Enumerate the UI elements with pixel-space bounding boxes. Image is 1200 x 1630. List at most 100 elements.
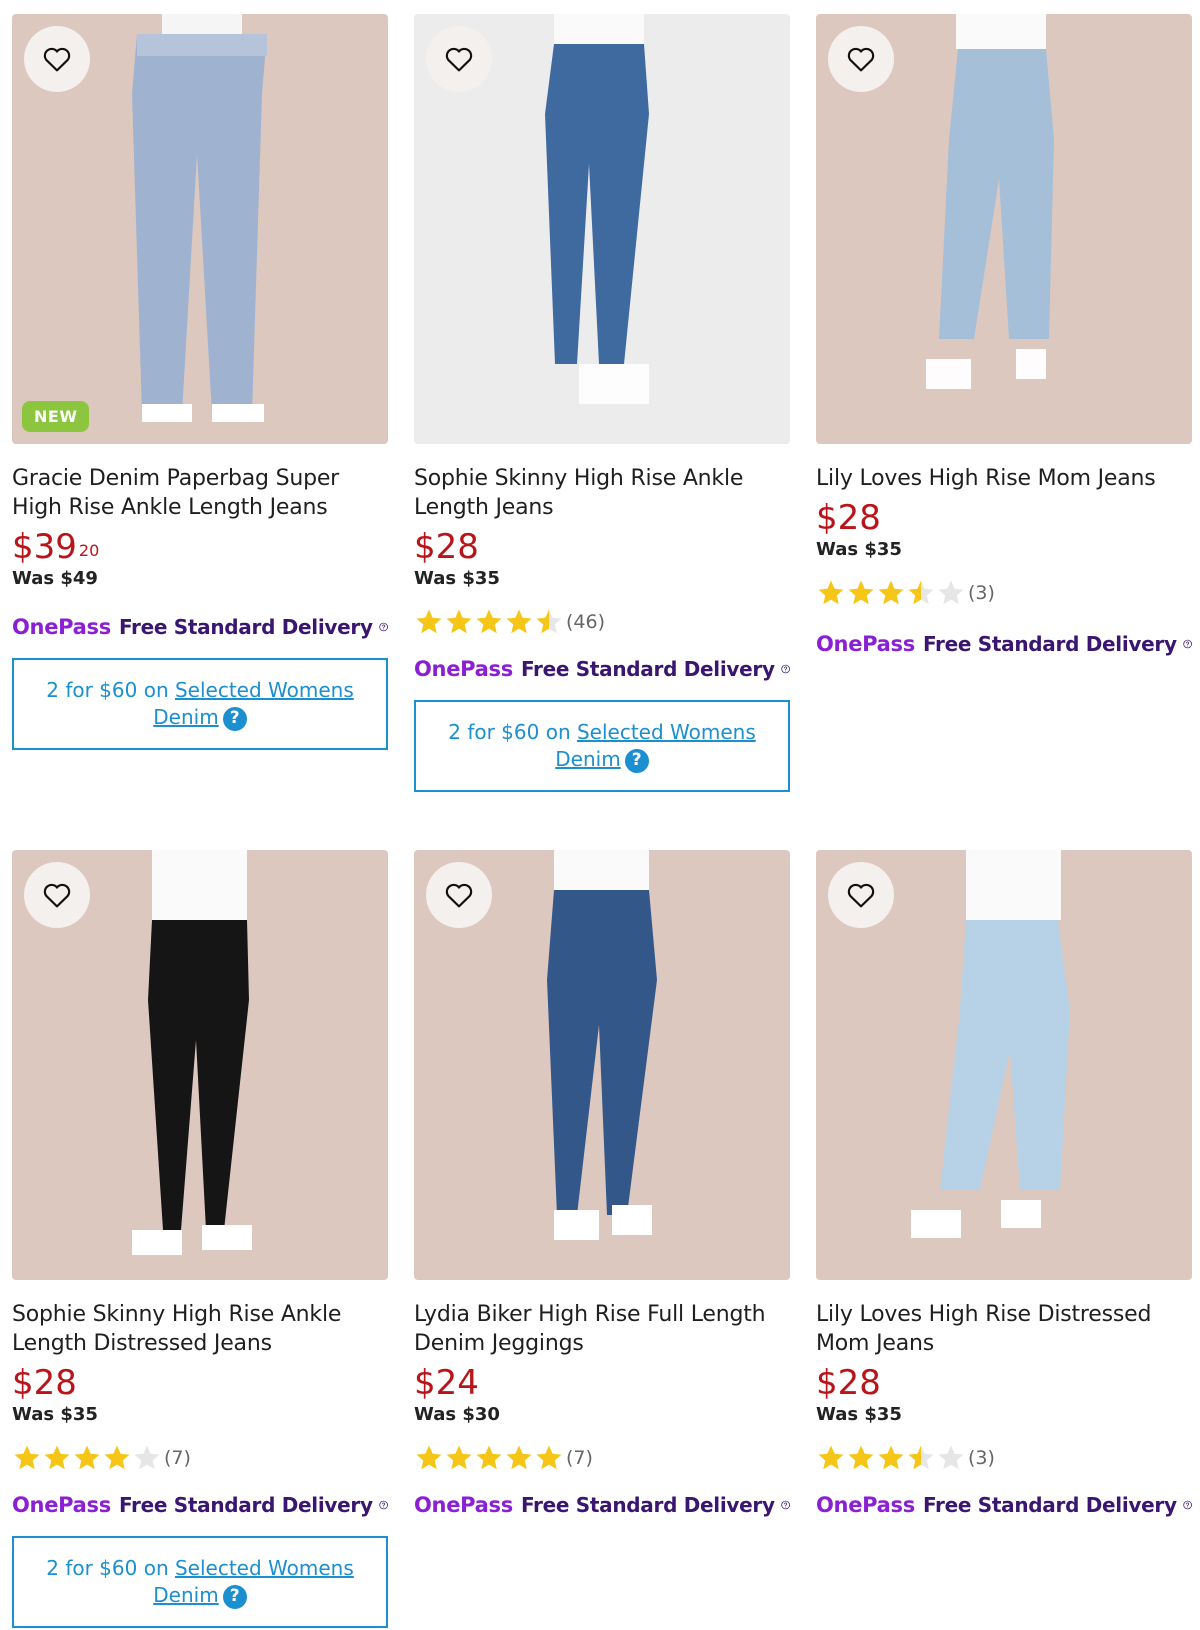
review-count[interactable]: (46) [566, 611, 605, 633]
star-icon [848, 580, 874, 605]
star-icon [908, 1445, 934, 1470]
promo-link-selected-womens[interactable]: Selected Womens [175, 678, 354, 702]
onepass-delivery: OnePass Free Standard Delivery [414, 1490, 790, 1520]
product-image[interactable]: NEW [12, 14, 388, 444]
promo-link-denim[interactable]: Denim [153, 705, 218, 729]
question-circle-icon[interactable] [379, 1495, 388, 1515]
heart-outline-icon [445, 883, 473, 908]
onepass-delivery: OnePass Free Standard Delivery [414, 654, 790, 684]
product-price: $39 20 [12, 528, 388, 566]
product-price: $28 [414, 528, 790, 566]
was-price: Was $35 [414, 568, 500, 589]
wishlist-button[interactable] [24, 26, 90, 92]
star-icon [74, 1445, 100, 1470]
onepass-text: Free Standard Delivery [520, 657, 775, 681]
review-count[interactable]: (3) [968, 582, 995, 604]
was-price: Was $30 [414, 1404, 500, 1425]
star-rating [816, 1443, 966, 1473]
question-circle-icon[interactable] [1183, 634, 1192, 654]
onepass-text: Free Standard Delivery [922, 1493, 1177, 1517]
promo-text: 2 for $60 on Selected Womens Denim? [46, 677, 354, 731]
product-image[interactable] [414, 14, 790, 444]
product-card[interactable]: Lydia Biker High Rise Full Length Denim … [414, 850, 790, 1520]
promo-help-icon[interactable]: ? [222, 1584, 247, 1609]
review-count[interactable]: (7) [164, 1447, 191, 1469]
product-price: $24 [414, 1364, 790, 1402]
product-card[interactable]: NEW Gracie Denim Paperbag Super High Ris… [12, 14, 388, 750]
question-circle-icon[interactable] [1183, 1495, 1192, 1515]
product-title[interactable]: Lydia Biker High Rise Full Length Denim … [414, 1300, 790, 1358]
star-icon [938, 1445, 964, 1470]
promo-box: 2 for $60 on Selected Womens Denim? [414, 700, 790, 792]
product-image[interactable] [414, 850, 790, 1280]
product-price: $28 [816, 499, 1192, 537]
price-main: $28 [816, 1363, 881, 1403]
heart-outline-icon [847, 883, 875, 908]
price-cents: 20 [78, 541, 100, 560]
promo-help-icon[interactable]: ? [624, 748, 649, 773]
promo-link-denim[interactable]: Denim [555, 747, 620, 771]
wishlist-button[interactable] [24, 862, 90, 928]
product-title[interactable]: Lily Loves High Rise Distressed Mom Jean… [816, 1300, 1192, 1358]
star-icon [476, 609, 502, 634]
product-image[interactable] [12, 850, 388, 1280]
star-rating [414, 607, 564, 637]
star-icon [878, 1445, 904, 1470]
promo-prefix: 2 for $60 on [46, 678, 175, 702]
product-card[interactable]: Sophie Skinny High Rise Ankle Length Jea… [414, 14, 790, 792]
promo-link-selected-womens[interactable]: Selected Womens [577, 720, 756, 744]
product-card[interactable]: Lily Loves High Rise Mom Jeans $28 Was $… [816, 14, 1192, 659]
star-icon [416, 1445, 442, 1470]
promo-link-denim[interactable]: Denim [153, 1583, 218, 1607]
question-circle-icon[interactable] [379, 617, 388, 637]
review-count[interactable]: (3) [968, 1447, 995, 1469]
product-title[interactable]: Sophie Skinny High Rise Ankle Length Jea… [414, 464, 790, 522]
rating: (46) [414, 604, 790, 640]
price-main: $28 [816, 498, 881, 538]
product-card[interactable]: Lily Loves High Rise Distressed Mom Jean… [816, 850, 1192, 1520]
review-count[interactable]: (7) [566, 1447, 593, 1469]
price-main: $24 [414, 1363, 479, 1403]
promo-link-selected-womens[interactable]: Selected Womens [175, 1556, 354, 1580]
star-icon [104, 1445, 130, 1470]
star-icon [818, 1445, 844, 1470]
onepass-logo: OnePass [816, 1493, 915, 1517]
star-icon [476, 1445, 502, 1470]
onepass-delivery: OnePass Free Standard Delivery [816, 1490, 1192, 1520]
product-title[interactable]: Sophie Skinny High Rise Ankle Length Dis… [12, 1300, 388, 1358]
was-price: Was $35 [816, 539, 902, 560]
wishlist-button[interactable] [426, 26, 492, 92]
promo-help-icon[interactable]: ? [222, 706, 247, 731]
star-icon [938, 580, 964, 605]
product-price: $28 [816, 1364, 1192, 1402]
question-circle-icon[interactable] [781, 659, 790, 679]
onepass-text: Free Standard Delivery [520, 1493, 775, 1517]
promo-box: 2 for $60 on Selected Womens Denim? [12, 1536, 388, 1628]
product-image[interactable] [816, 14, 1192, 444]
onepass-text: Free Standard Delivery [118, 615, 373, 639]
star-icon [536, 1445, 562, 1470]
wishlist-button[interactable] [828, 862, 894, 928]
promo-prefix: 2 for $60 on [448, 720, 577, 744]
question-circle-icon[interactable] [781, 1495, 790, 1515]
star-icon [818, 580, 844, 605]
star-icon [536, 609, 562, 634]
promo-text: 2 for $60 on Selected Womens Denim? [46, 1555, 354, 1609]
star-rating [12, 1443, 162, 1473]
onepass-logo: OnePass [816, 632, 915, 656]
onepass-logo: OnePass [414, 657, 513, 681]
product-title[interactable]: Gracie Denim Paperbag Super High Rise An… [12, 464, 388, 522]
price-main: $39 [12, 527, 77, 567]
onepass-delivery: OnePass Free Standard Delivery [12, 1490, 388, 1520]
onepass-delivery: OnePass Free Standard Delivery [816, 629, 1192, 659]
wishlist-button[interactable] [828, 26, 894, 92]
onepass-text: Free Standard Delivery [922, 632, 1177, 656]
star-rating [414, 1443, 564, 1473]
was-price: Was $35 [12, 1404, 98, 1425]
promo-prefix: 2 for $60 on [46, 1556, 175, 1580]
product-card[interactable]: Sophie Skinny High Rise Ankle Length Dis… [12, 850, 388, 1628]
wishlist-button[interactable] [426, 862, 492, 928]
product-title[interactable]: Lily Loves High Rise Mom Jeans [816, 464, 1192, 493]
product-image[interactable] [816, 850, 1192, 1280]
was-price: Was $35 [816, 1404, 902, 1425]
